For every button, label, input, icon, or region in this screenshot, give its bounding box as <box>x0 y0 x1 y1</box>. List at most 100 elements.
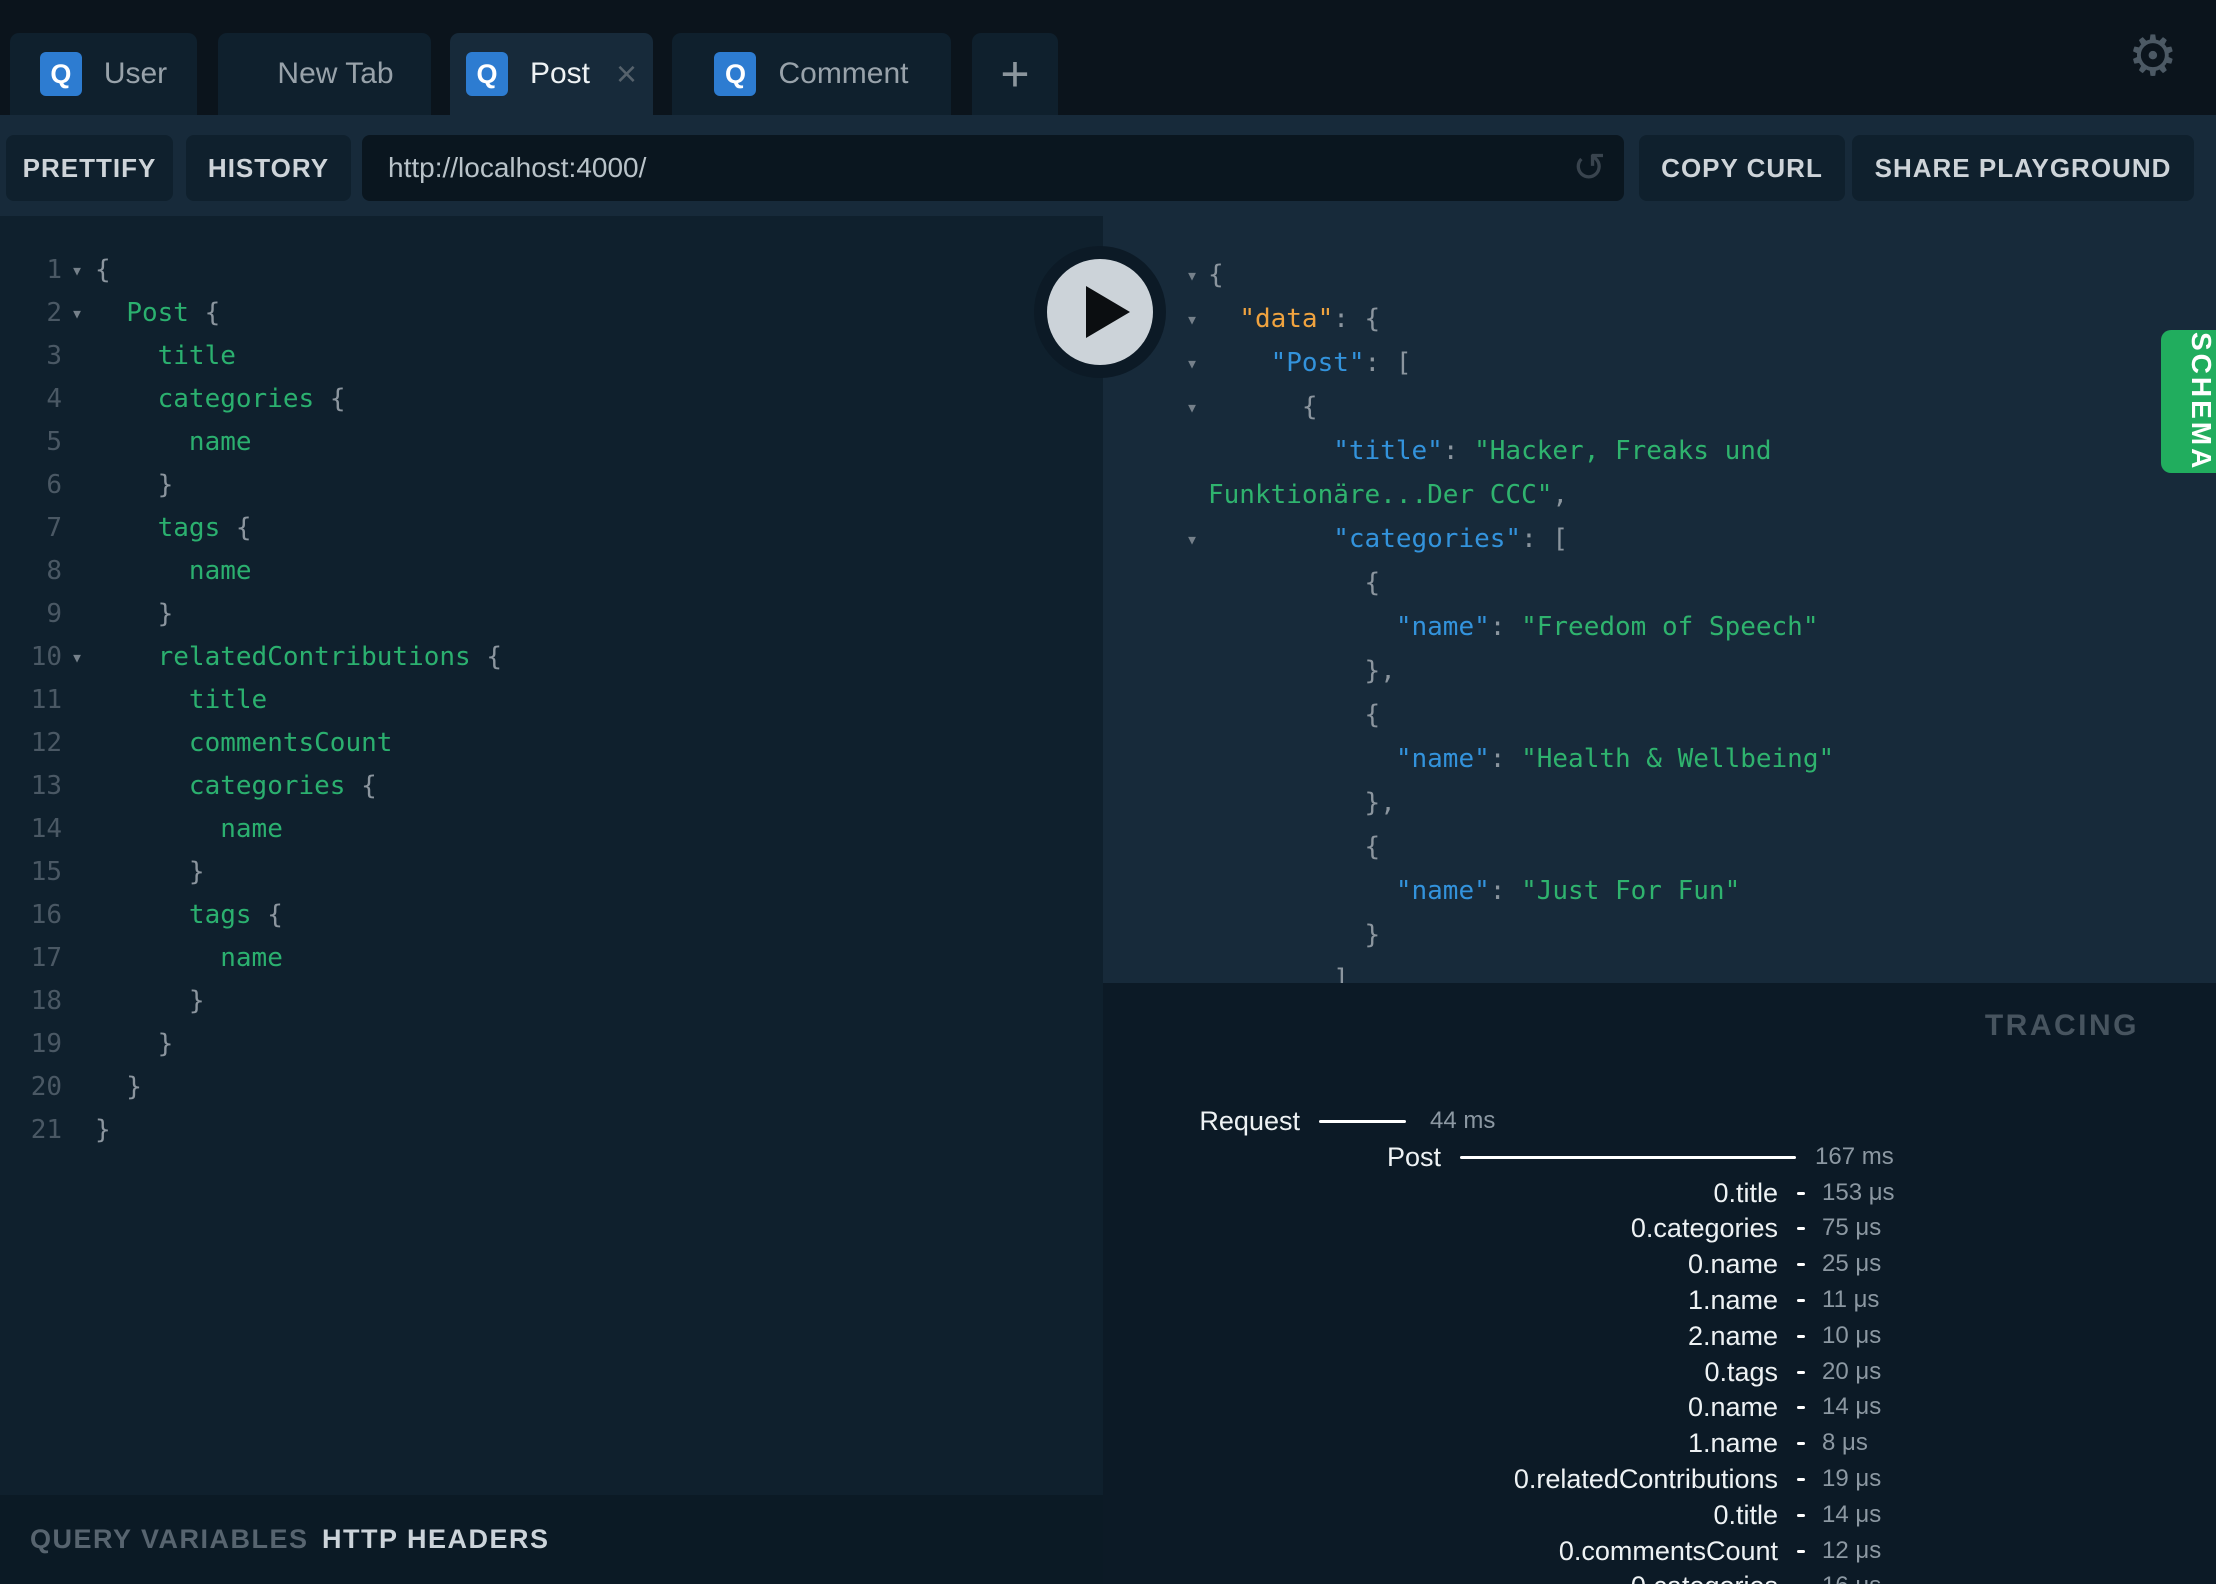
code-text: } <box>95 470 174 500</box>
line-number: 2 <box>46 298 62 328</box>
response-line: }, <box>1103 649 2216 693</box>
code-text: } <box>95 1115 111 1145</box>
tracing-row: 1.name 11 μs <box>1103 1282 2216 1318</box>
response-line: { <box>1103 693 2216 737</box>
execute-button[interactable] <box>1034 246 1166 378</box>
tracing-row: 1.name 8 μs <box>1103 1425 2216 1461</box>
tracing-row-label: 0.relatedContributions <box>1513 1464 1778 1494</box>
tracing-duration-bar <box>1797 1406 1805 1410</box>
code-text: { <box>1208 260 1224 290</box>
refresh-schema-icon[interactable]: ↺ <box>1572 145 1606 191</box>
play-icon <box>1086 286 1130 338</box>
fold-arrow-icon[interactable]: ▾ <box>62 249 92 292</box>
tracing-row: 0.name 14 μs <box>1103 1389 2216 1425</box>
code-text: relatedContributions { <box>157 642 503 672</box>
query-line: 6 } <box>0 464 1103 507</box>
fold-arrow-icon[interactable]: ▾ <box>62 292 92 335</box>
code-text: categories { <box>188 771 377 801</box>
tracing-row-label: 0.categories <box>1630 1213 1778 1244</box>
copy-curl-button[interactable]: COPY CURL <box>1639 135 1845 201</box>
tracing-row-value: 14 μs <box>1822 1393 1882 1421</box>
tracing-row-label: Request <box>1199 1106 1300 1136</box>
line-number: 12 <box>30 728 62 758</box>
response-line: }, <box>1103 781 2216 825</box>
line-number: 19 <box>30 1029 62 1059</box>
code-text: { <box>1208 832 1381 862</box>
tracing-row-label: 0.name <box>1687 1392 1778 1423</box>
code-text: title <box>188 685 268 715</box>
fold-arrow-icon[interactable]: ▾ <box>1177 253 1207 297</box>
code-text: Post { <box>126 298 221 328</box>
line-number: 4 <box>46 384 62 414</box>
line-number: 3 <box>46 341 62 371</box>
tracing-row-value: 16 μs <box>1822 1568 1881 1584</box>
code-text: }, <box>1208 788 1396 818</box>
code-text: name <box>220 814 283 844</box>
toolbar: PRETTIFY HISTORY ↺ COPY CURL SHARE PLAYG… <box>0 115 2216 216</box>
settings-gear-icon[interactable]: ⚙ <box>2128 28 2178 84</box>
fold-arrow-icon[interactable]: ▾ <box>1177 517 1207 561</box>
new-tab-button[interactable]: + <box>972 33 1058 115</box>
response-pane: ▾{▾ "data": {▾ "Post": [▾ { "title": "Ha… <box>1103 216 2216 983</box>
http-headers-tab[interactable]: HTTP HEADERS <box>322 1495 550 1584</box>
line-number: 9 <box>46 599 62 629</box>
fold-arrow-icon[interactable]: ▾ <box>1177 297 1207 341</box>
tracing-duration-bar <box>1797 1191 1805 1195</box>
tracing-row-value: 12 μs <box>1822 1536 1882 1564</box>
tracing-duration-bar <box>1797 1334 1805 1338</box>
query-badge: Q <box>714 52 757 96</box>
query-variables-tab[interactable]: QUERY VARIABLES <box>30 1495 309 1584</box>
code-text: } <box>95 986 205 1016</box>
tracing-row-label: 1.name <box>1687 1428 1778 1459</box>
tracing-row: Request 44 ms <box>1103 1103 2216 1139</box>
response-line: } <box>1103 913 2216 957</box>
tracing-row-value: 8 μs <box>1822 1429 1868 1457</box>
share-playground-button[interactable]: SHARE PLAYGROUND <box>1852 135 2194 201</box>
response-line: "name": "Freedom of Speech" <box>1103 605 2216 649</box>
tracing-row: 0.categories 75 μs <box>1103 1210 2216 1246</box>
schema-sidetab[interactable]: SCHEMA <box>2161 330 2216 473</box>
tracing-duration-bar <box>1797 1370 1805 1374</box>
fold-arrow-icon[interactable]: ▾ <box>1177 341 1207 385</box>
line-number: 16 <box>30 900 62 930</box>
endpoint-url-bar: ↺ <box>362 135 1624 201</box>
tab-user[interactable]: Q User <box>10 33 197 115</box>
code-text: commentsCount <box>188 728 393 758</box>
code-text: { <box>1208 568 1381 598</box>
tab-post[interactable]: Q Post × <box>450 33 653 115</box>
query-line: 12 commentsCount <box>0 722 1103 765</box>
query-line: 5 name <box>0 421 1103 464</box>
fold-arrow-icon[interactable]: ▾ <box>1177 385 1207 429</box>
tracing-row: 0.relatedContributions 19 μs <box>1103 1461 2216 1497</box>
code-text: tags { <box>157 513 252 543</box>
query-line: 11 title <box>0 679 1103 722</box>
line-number: 15 <box>30 857 62 887</box>
tracing-row-label: 2.name <box>1687 1320 1778 1351</box>
tracing-row: 0.tags 20 μs <box>1103 1354 2216 1390</box>
query-line: 2 ▾ Post { <box>0 292 1103 335</box>
query-editor-lines: 1 ▾{2 ▾ Post {3 title 4 categories {5 name 6… <box>0 249 1103 1152</box>
tab-comment[interactable]: Q Comment <box>672 33 951 115</box>
tracing-duration-bar <box>1797 1299 1805 1302</box>
query-line: 18 } <box>0 980 1103 1023</box>
tracing-row-value: 167 ms <box>1815 1142 1894 1170</box>
tracing-row: 0.categories 16 μs <box>1103 1568 2216 1584</box>
code-text: } <box>95 599 174 629</box>
prettify-button[interactable]: PRETTIFY <box>6 135 173 201</box>
close-icon[interactable]: × <box>616 56 637 92</box>
query-line: 20 } <box>0 1066 1103 1109</box>
tab-new-tab[interactable]: New Tab <box>218 33 431 115</box>
endpoint-url-input[interactable] <box>362 135 1624 201</box>
tracing-row-label: 0.tags <box>1704 1356 1778 1387</box>
tracing-duration-bar <box>1797 1263 1805 1267</box>
line-number: 14 <box>30 814 62 844</box>
line-number: 21 <box>30 1115 62 1145</box>
history-button[interactable]: HISTORY <box>186 135 351 201</box>
fold-arrow-icon[interactable]: ▾ <box>62 636 92 679</box>
tracing-row-label: 0.title <box>1713 1499 1778 1530</box>
code-text: } <box>95 1029 174 1059</box>
query-editor-pane[interactable]: 1 ▾{2 ▾ Post {3 title 4 categories {5 name 6… <box>0 216 1103 1495</box>
tab-strip: ⚙ Q User New Tab Q Post × Q Comment + <box>0 0 2216 115</box>
query-line: 3 title <box>0 335 1103 378</box>
query-badge: Q <box>465 52 508 96</box>
